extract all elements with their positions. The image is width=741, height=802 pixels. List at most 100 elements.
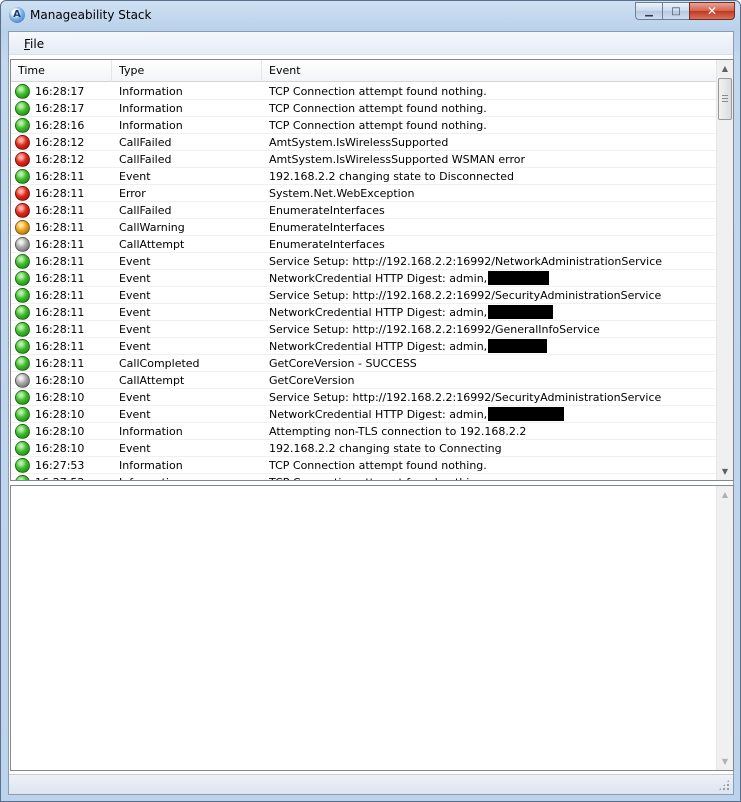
green-status-icon (15, 84, 30, 99)
table-row[interactable]: 16:28:11 CallFailed EnumerateInterfaces (11, 202, 716, 219)
table-row[interactable]: 16:28:10 Event 192.168.2.2 changing state … (11, 440, 716, 457)
scroll-down-arrow-icon: ▼ (721, 467, 729, 476)
orange-status-icon (15, 220, 30, 235)
time-text: 16:28:11 (35, 323, 85, 336)
event-text: TCP Connection attempt found nothing. (269, 476, 487, 480)
table-row[interactable]: 16:28:17 Information TCP Connection attemp… (11, 83, 716, 100)
cell-type: CallFailed (119, 153, 172, 166)
list-vertical-scrollbar[interactable]: ▲ ▼ (716, 60, 733, 480)
cell-event: System.Net.WebException (262, 185, 716, 202)
client-area: File Time Type Event 16:28:17 Information… (8, 31, 734, 795)
title-bar[interactable]: A Manageability Stack ▁ □ ✕ (1, 1, 740, 30)
cell-time: 16:28:11 (11, 270, 112, 287)
event-text: NetworkCredential HTTP Digest: admin, (269, 408, 488, 421)
cell-type: Event (119, 306, 151, 319)
table-row[interactable]: 16:28:11 Event Service Setup: http://192.1… (11, 287, 716, 304)
table-row[interactable]: 16:28:11 Event NetworkCredential HTTP Dige… (11, 270, 716, 287)
menu-bar: File (9, 32, 733, 55)
app-icon[interactable]: A (9, 7, 25, 23)
cell-type: Information (119, 459, 183, 472)
scroll-up-arrow-icon: ▲ (721, 64, 729, 73)
scroll-down-button[interactable]: ▼ (717, 463, 733, 480)
close-button[interactable]: ✕ (689, 2, 735, 20)
detail-pane[interactable]: ▲ ▼ (10, 485, 734, 771)
cell-event: AmtSystem.IsWirelessSupported WSMAN erro… (262, 151, 716, 168)
detail-scroll-up-button[interactable]: ▲ (717, 486, 733, 503)
table-row[interactable]: 16:28:11 CallAttempt EnumerateInterfaces (11, 236, 716, 253)
maximize-button[interactable]: □ (662, 2, 689, 20)
cell-event: Attempting non-TLS connection to 192.168… (262, 423, 716, 440)
cell-time: 16:28:12 (11, 151, 112, 168)
table-row[interactable]: 16:28:11 Event Service Setup: http://192.1… (11, 253, 716, 270)
green-status-icon (15, 101, 30, 116)
detail-scroll-down-button[interactable]: ▼ (717, 753, 733, 770)
table-row[interactable]: 16:28:11 Event NetworkCredential HTTP Dige… (11, 338, 716, 355)
column-header-type[interactable]: Type (112, 60, 262, 82)
cell-type: Information (119, 425, 183, 438)
cell-time: 16:28:10 (11, 440, 112, 457)
red-status-icon (15, 135, 30, 150)
time-text: 16:28:11 (35, 306, 85, 319)
cell-type: Event (119, 323, 151, 336)
table-row[interactable]: 16:28:17 Information TCP Connection attemp… (11, 100, 716, 117)
table-row[interactable]: 16:27:52 Information TCP Connection attemp… (11, 474, 716, 480)
scroll-up-arrow-icon: ▲ (721, 490, 729, 499)
list-rows: 16:28:17 Information TCP Connection attemp… (11, 83, 716, 480)
table-row[interactable]: 16:28:12 CallFailed AmtSystem.IsWirelessSu… (11, 134, 716, 151)
event-text: EnumerateInterfaces (269, 221, 385, 234)
table-row[interactable]: 16:28:11 Error System.Net.WebException (11, 185, 716, 202)
cell-time: 16:28:11 (11, 236, 112, 253)
cell-time: 16:28:11 (11, 168, 112, 185)
table-row[interactable]: 16:28:11 Event 192.168.2.2 changing state … (11, 168, 716, 185)
time-text: 16:28:11 (35, 221, 85, 234)
red-status-icon (15, 203, 30, 218)
cell-event: TCP Connection attempt found nothing. (262, 117, 716, 134)
table-row[interactable]: 16:28:10 Event NetworkCredential HTTP Dige… (11, 406, 716, 423)
minimize-button[interactable]: ▁ (635, 2, 662, 20)
scroll-up-button[interactable]: ▲ (717, 60, 733, 77)
event-text: NetworkCredential HTTP Digest: admin, (269, 272, 488, 285)
redacted-credential (488, 305, 554, 319)
cell-type: Event (119, 170, 151, 183)
green-status-icon (15, 288, 30, 303)
table-row[interactable]: 16:28:10 CallAttempt GetCoreVersion (11, 372, 716, 389)
table-row[interactable]: 16:28:11 CallCompleted GetCoreVersion - SU… (11, 355, 716, 372)
thumb-grip-line (722, 95, 728, 96)
table-row[interactable]: 16:28:10 Information Attempting non-TLS co… (11, 423, 716, 440)
cell-event: TCP Connection attempt found nothing. (262, 83, 716, 100)
close-icon: ✕ (706, 4, 718, 18)
time-text: 16:28:11 (35, 204, 85, 217)
cell-type: Event (119, 340, 151, 353)
time-text: 16:28:11 (35, 340, 85, 353)
resize-grip-icon[interactable] (718, 779, 730, 791)
cell-type: Event (119, 255, 151, 268)
scroll-thumb[interactable] (718, 78, 732, 120)
scroll-down-arrow-icon: ▼ (721, 757, 729, 766)
cell-type: Event (119, 442, 151, 455)
cell-type: Information (119, 85, 183, 98)
column-header-time[interactable]: Time (11, 60, 112, 82)
cell-time: 16:27:52 (11, 474, 112, 480)
event-text: TCP Connection attempt found nothing. (269, 119, 487, 132)
table-row[interactable]: 16:27:53 Information TCP Connection attemp… (11, 457, 716, 474)
cell-time: 16:28:11 (11, 253, 112, 270)
table-row[interactable]: 16:28:11 Event Service Setup: http://192.1… (11, 321, 716, 338)
table-row[interactable]: 16:28:10 Event Service Setup: http://192.1… (11, 389, 716, 406)
cell-time: 16:28:17 (11, 100, 112, 117)
event-text: Service Setup: http://192.168.2.2:16992/… (269, 391, 662, 404)
cell-event: GetCoreVersion - SUCCESS (262, 355, 716, 372)
menu-file[interactable]: File (24, 37, 44, 51)
event-text: TCP Connection attempt found nothing. (269, 459, 487, 472)
event-list[interactable]: Time Type Event 16:28:17 Information TCP C… (10, 59, 734, 481)
window-title: Manageability Stack (30, 8, 152, 22)
table-row[interactable]: 16:28:12 CallFailed AmtSystem.IsWirelessSu… (11, 151, 716, 168)
column-header-event[interactable]: Event (262, 60, 716, 82)
event-text: AmtSystem.IsWirelessSupported WSMAN erro… (269, 153, 526, 166)
time-text: 16:28:10 (35, 425, 85, 438)
table-row[interactable]: 16:28:11 CallWarning EnumerateInterfaces (11, 219, 716, 236)
table-row[interactable]: 16:28:11 Event NetworkCredential HTTP Dige… (11, 304, 716, 321)
event-text: EnumerateInterfaces (269, 204, 385, 217)
detail-vertical-scrollbar[interactable]: ▲ ▼ (716, 486, 733, 770)
time-text: 16:28:11 (35, 170, 85, 183)
table-row[interactable]: 16:28:16 Information TCP Connection attemp… (11, 117, 716, 134)
